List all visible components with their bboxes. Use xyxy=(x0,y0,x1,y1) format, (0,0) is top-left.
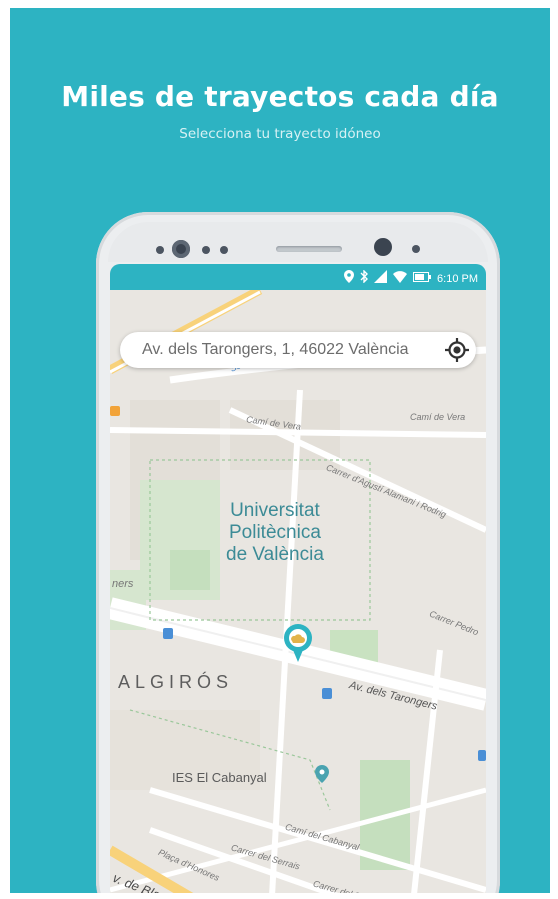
earpiece-speaker xyxy=(276,246,342,252)
location-icon xyxy=(344,270,355,287)
street-label: Camí de Vera xyxy=(410,412,466,422)
sensor-dot-icon xyxy=(156,246,164,254)
address-search-bar[interactable]: Av. dels Tarongers, 1, 46022 València xyxy=(120,332,476,368)
promo-subtitle: Selecciona tu trayecto idóneo xyxy=(179,126,381,142)
phone-top-bezel xyxy=(108,222,488,262)
phone-frame: 6:10 PM Camí de Vera Camí de Vera Carrer… xyxy=(96,212,500,893)
bluetooth-icon xyxy=(360,269,369,287)
promo-title: Miles de trayectos cada día xyxy=(61,80,499,113)
sensor-dot-icon xyxy=(202,246,210,254)
orange-marker-icon xyxy=(110,406,120,416)
address-input[interactable]: Av. dels Tarongers, 1, 46022 València xyxy=(142,341,452,361)
sensor-dot-icon xyxy=(220,246,228,254)
map-canvas xyxy=(110,286,486,893)
campus-label-line: de València xyxy=(226,544,324,565)
map-view[interactable]: Sèrbia de Vera Camí de Vera Camí de Vera… xyxy=(110,286,486,893)
signal-icon xyxy=(374,270,388,287)
campus-label: Universitat Politècnica de València xyxy=(226,500,324,566)
bus-stop-icon xyxy=(478,750,486,761)
street-label: ners xyxy=(112,578,134,590)
district-label: ALGIRÓS xyxy=(118,672,234,692)
gps-target-icon[interactable] xyxy=(444,337,470,363)
status-bar: 6:10 PM xyxy=(110,264,486,290)
sensor-dot-icon xyxy=(412,245,420,253)
campus-label-line: Universitat xyxy=(230,500,320,521)
campus-label-line: Politècnica xyxy=(229,522,321,543)
wifi-icon xyxy=(393,270,408,287)
bus-stop-icon xyxy=(322,688,332,699)
front-camera-icon xyxy=(172,240,190,258)
battery-icon xyxy=(413,271,432,286)
promo-background: Miles de trayectos cada día Selecciona t… xyxy=(10,8,550,893)
status-time: 6:10 PM xyxy=(437,272,478,285)
app-screen: 6:10 PM Camí de Vera Camí de Vera Carrer… xyxy=(110,264,486,893)
bus-stop-icon xyxy=(163,628,173,639)
iris-scanner-icon xyxy=(374,238,392,256)
poi-label: IES El Cabanyal xyxy=(172,770,267,785)
